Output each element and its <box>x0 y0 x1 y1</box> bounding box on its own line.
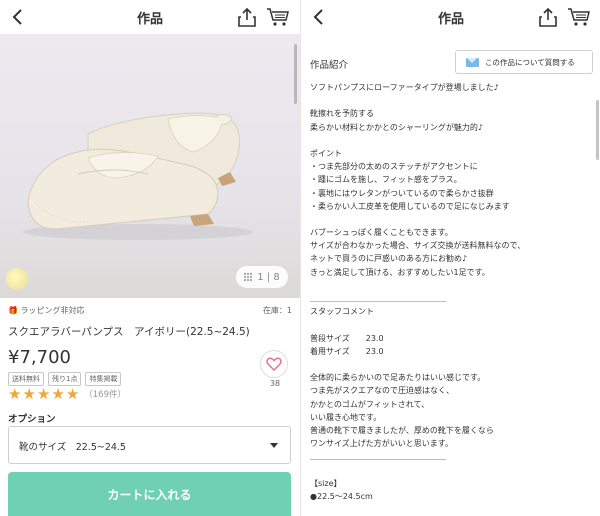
description-line: 全体的に柔らかいので足あたりはいい感じです。 <box>310 373 486 383</box>
description-line: ポイント <box>310 148 342 158</box>
product-name: スクエアラバーパンプス アイボリー(22.5~24.5) <box>8 326 250 338</box>
tag-list: 送料無料 残り1点 特集掲載 <box>8 372 122 386</box>
ask-question-button[interactable]: この作品について質問する <box>455 50 593 74</box>
description-line: かかとのゴムがフィットされて、 <box>310 399 430 409</box>
description-line: ・柔らかい人工皮革を使用しているので足になじみます <box>310 201 510 211</box>
wrapping-label: 🎁 ラッピング非対応 <box>8 305 85 316</box>
description-line: ・つま先部分の太めのステッチがアクセントに <box>310 162 478 172</box>
nav-bar: 作品 <box>301 0 600 34</box>
heart-icon <box>266 357 282 371</box>
description-line: ネットで買うのに戸惑いのある方にお勧め♪ <box>310 254 468 264</box>
description-line: スタッフコメント <box>310 307 374 317</box>
description-line <box>310 463 590 476</box>
description-line: サイズが合わなかった場合、サイズ交換が送料無料なので、 <box>310 241 526 251</box>
thumbnail-bubble <box>6 268 28 290</box>
add-to-cart-button[interactable]: カートに入れる <box>8 472 291 516</box>
description-line: いい履き心地です。 <box>310 412 382 422</box>
shoe-image <box>23 112 253 240</box>
description-line: 靴擦れを予防する <box>310 109 374 119</box>
size-select-value: 靴のサイズ 22.5~24.5 <box>19 442 126 453</box>
description-line <box>310 318 590 331</box>
share-icon[interactable] <box>236 6 258 28</box>
description-line: ＿＿＿＿＿＿＿＿＿＿＿＿＿＿＿＿＿ <box>310 294 446 303</box>
caret-down-icon <box>270 443 278 448</box>
description-line: ワンサイズ上げた方がいいと思います。 <box>310 439 453 449</box>
favorite-button[interactable] <box>260 350 288 378</box>
product-photo[interactable]: 1 | 8 <box>0 34 300 298</box>
description-line <box>310 279 590 292</box>
description-line: きっと満足して頂ける、おすすめしたい1足です。 <box>310 267 490 277</box>
tag-remaining: 残り1点 <box>48 372 82 386</box>
star-icon: ★ <box>65 385 80 403</box>
description-line: ・踵にゴムを施し、フィット感をプラス。 <box>310 175 462 185</box>
description-line: ・裏地にはウレタンがついているので柔らかさ抜群 <box>310 188 494 198</box>
tag-free-shipping: 送料無料 <box>8 372 44 386</box>
description-line: 着用サイズ 23.0 <box>310 346 384 356</box>
mail-icon <box>466 57 479 67</box>
description-line: 【size】 <box>310 478 342 488</box>
gift-icon: 🎁 <box>8 306 18 315</box>
description-line: 普通の靴下で履きましたが、厚めの靴下を履くなら <box>310 425 494 435</box>
wrapping-text: ラッピング非対応 <box>20 306 85 315</box>
description-text: ソフトパンプスにローファータイプが登場しました♪ 靴擦れを予防する柔らかい材料とか… <box>310 81 590 503</box>
review-count: （169件） <box>84 390 126 400</box>
description-line: 普段サイズ 23.0 <box>310 333 384 343</box>
rating[interactable]: ★ ★ ★ ★ ★ （169件） <box>8 386 126 402</box>
product-price: ¥7,700 <box>8 347 71 368</box>
description-line: つま先がスクエアなので圧迫感はなく、 <box>310 386 454 396</box>
description-line: バブーシュっぽく履くこともできます。 <box>310 228 453 238</box>
size-select[interactable]: 靴のサイズ 22.5~24.5 <box>8 426 291 464</box>
section-title: 作品紹介 <box>310 60 349 71</box>
photo-scrollbar <box>294 44 297 104</box>
photo-counter-text: 1 | 8 <box>257 271 280 283</box>
star-icon: ★ <box>36 385 51 403</box>
star-icon: ★ <box>8 385 22 403</box>
stock-label: 在庫：1 <box>262 306 292 315</box>
option-label: オプション <box>8 414 56 425</box>
ask-question-label: この作品について質問する <box>485 57 575 67</box>
description-line: ソフトパンプスにローファータイプが登場しました♪ <box>310 83 499 92</box>
description-line <box>310 94 590 107</box>
description-line <box>310 134 590 147</box>
product-panel: 作品 1 | 8 🎁 ラッピング非対応 在庫：1 スクエアラバーパンプス アイボ… <box>0 0 300 516</box>
grid-icon <box>244 273 253 281</box>
star-icon: ★ <box>51 385 65 403</box>
star-icon: ★ <box>22 385 36 403</box>
description-scrollbar <box>596 100 599 160</box>
description-line: ●22.5～24.5cm <box>310 491 373 501</box>
share-icon[interactable] <box>537 6 559 28</box>
description-line: ＿＿＿＿＿＿＿＿＿＿＿＿＿＿＿＿＿ <box>310 452 446 462</box>
nav-bar: 作品 <box>0 0 300 34</box>
cart-icon[interactable] <box>567 7 591 27</box>
tag-featured[interactable]: 特集掲載 <box>85 372 122 386</box>
description-line <box>310 358 590 371</box>
description-line: 柔らかい材料とかかとのシャーリングが魅力的♪ <box>310 122 484 132</box>
favorite-count: 38 <box>269 379 281 388</box>
description-panel: 作品 作品紹介 この作品について質問する ソフトパンプスにローファータイプが登場… <box>300 0 600 516</box>
photo-counter[interactable]: 1 | 8 <box>236 266 288 288</box>
description-line <box>310 213 590 226</box>
cart-icon[interactable] <box>266 7 290 27</box>
